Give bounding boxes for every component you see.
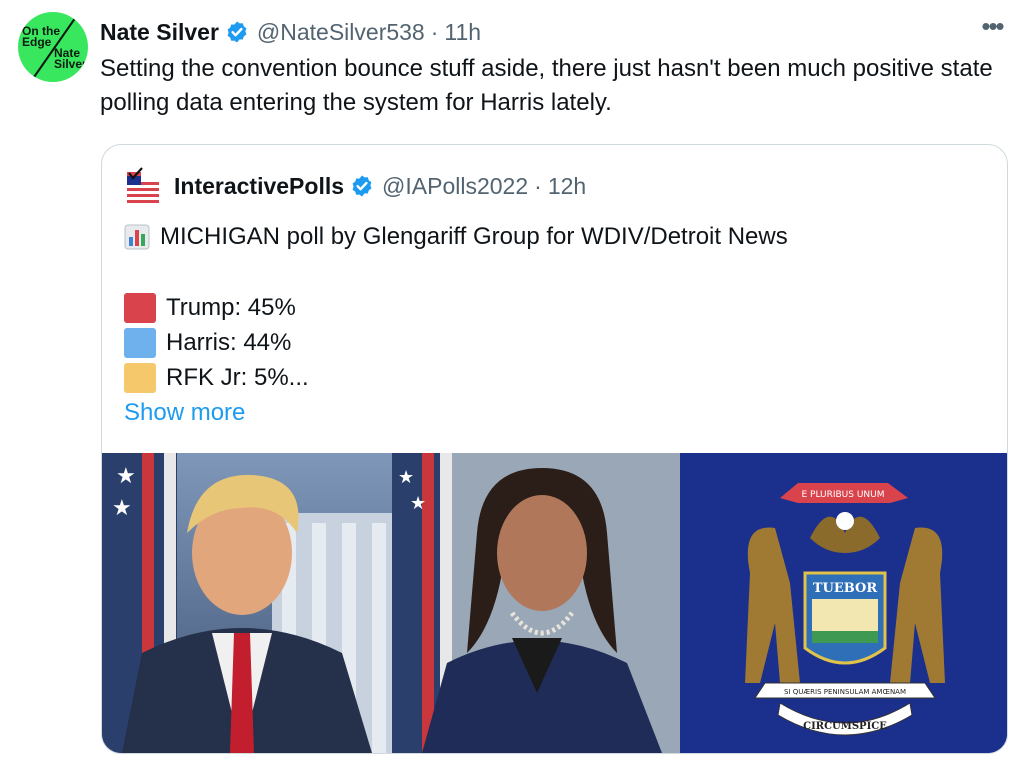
tweet-timestamp[interactable]: 11h xyxy=(444,19,481,46)
red-square-icon xyxy=(124,292,156,323)
quote-author-handle[interactable]: @IAPolls2022 xyxy=(382,173,528,200)
author-name[interactable]: Nate Silver xyxy=(100,19,219,46)
quote-tweet-card[interactable]: InteractivePolls @IAPolls2022 · 12h MICH… xyxy=(101,144,1008,754)
tweet-header: Nate Silver @NateSilver538 · 11h xyxy=(100,14,481,50)
michigan-flag-image[interactable]: E PLURIBUS UNUM TUEBOR SI QUÆRIS PENINSU… xyxy=(680,453,1007,753)
more-icon: ••• xyxy=(981,11,1004,41)
show-more-line: Show more xyxy=(124,395,984,430)
avatar-text-nate-silver: Nate Silver xyxy=(54,46,87,71)
poll-headline: MICHIGAN poll by Glengariff Group for WD… xyxy=(160,222,788,250)
quote-timestamp[interactable]: 12h xyxy=(548,173,586,200)
quote-text: MICHIGAN poll by Glengariff Group for WD… xyxy=(124,219,984,430)
poll-result-trump: Trump: 45% xyxy=(124,290,984,325)
poll-result-label: Trump: 45% xyxy=(166,293,296,321)
more-options-button[interactable]: ••• xyxy=(974,11,1010,50)
svg-text:★: ★ xyxy=(410,493,426,514)
tweet-text: Setting the convention bounce stuff asid… xyxy=(100,55,993,116)
blue-square-icon xyxy=(124,327,156,358)
quote-dot-separator: · xyxy=(534,172,542,199)
svg-text:★: ★ xyxy=(116,464,136,489)
show-more-link[interactable]: Show more xyxy=(124,396,245,430)
author-handle[interactable]: @NateSilver538 xyxy=(257,19,425,46)
poll-result-label: RFK Jr: 5%... xyxy=(166,363,309,391)
seal-banner-top: E PLURIBUS UNUM xyxy=(801,490,884,500)
quote-author-name[interactable]: InteractivePolls xyxy=(174,173,344,200)
yellow-square-icon xyxy=(124,362,156,393)
author-avatar[interactable]: On the Edge Nate Silver xyxy=(18,12,88,82)
dot-separator: · xyxy=(430,18,439,45)
svg-text:★: ★ xyxy=(398,467,414,488)
svg-text:★: ★ xyxy=(112,496,132,521)
harris-portrait-image[interactable]: ★ ★ xyxy=(392,453,680,753)
quote-media[interactable]: ★ ★ ★ ★ E PLURIBUS UNUM TUEBOR SI QUÆRIS… xyxy=(102,453,1007,753)
poll-result-label: Harris: 44% xyxy=(166,328,292,356)
seal-shield-text: TUEBOR xyxy=(813,581,877,596)
poll-result-harris: Harris: 44% xyxy=(124,325,984,360)
bar-chart-icon xyxy=(124,224,150,249)
poll-headline-line: MICHIGAN poll by Glengariff Group for WD… xyxy=(124,219,984,254)
quote-header: InteractivePolls @IAPolls2022 · 12h xyxy=(124,167,586,205)
avatar-text-on-the-edge: On the Edge xyxy=(22,24,60,49)
seal-motto: CIRCUMSPICE xyxy=(803,721,887,732)
interactivepolls-avatar-icon[interactable] xyxy=(124,167,162,205)
quote-verified-badge-icon[interactable] xyxy=(350,174,374,198)
poll-result-rfk: RFK Jr: 5%... xyxy=(124,360,984,395)
verified-badge-icon[interactable] xyxy=(225,20,249,44)
seal-banner-bottom: SI QUÆRIS PENINSULAM AMŒNAM xyxy=(784,688,906,696)
trump-portrait-image[interactable]: ★ ★ xyxy=(102,453,392,753)
